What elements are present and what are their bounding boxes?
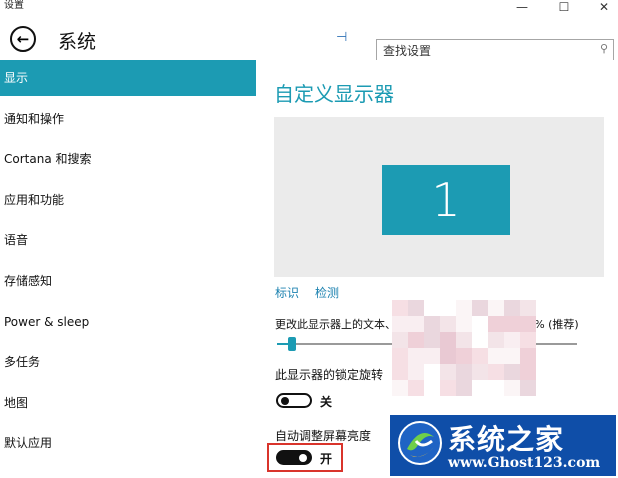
mosaic-tile (520, 380, 536, 396)
lock-rotation-label: 此显示器的锁定旋转 (275, 368, 384, 382)
mosaic-tile (504, 380, 520, 396)
mosaic-tile (456, 348, 472, 364)
mosaic-tile (424, 364, 440, 380)
mosaic-tile (504, 364, 520, 380)
search-input[interactable] (383, 42, 583, 58)
search-box[interactable]: ⚲ (376, 39, 614, 61)
site-watermark: 系统之家 www.Ghost123.com (388, 413, 618, 478)
mosaic-tile (488, 332, 504, 348)
mosaic-tile (488, 316, 504, 332)
mosaic-tile (472, 380, 488, 396)
sidebar-item-default-apps[interactable]: 默认应用 (0, 425, 256, 461)
mosaic-tile (520, 316, 536, 332)
toggle-knob (299, 454, 307, 462)
mosaic-tile (440, 364, 456, 380)
mosaic-tile (488, 348, 504, 364)
mosaic-tile (472, 364, 488, 380)
mosaic-tile (408, 348, 424, 364)
scale-slider-thumb[interactable] (288, 337, 296, 351)
mosaic-tile (440, 332, 456, 348)
auto-brightness-state: 开 (320, 452, 333, 466)
sidebar-item-notifications[interactable]: 通知和操作 (0, 101, 256, 137)
mosaic-tile (440, 380, 456, 396)
sidebar-item-display[interactable]: 显示 (0, 60, 256, 96)
mosaic-tile (456, 380, 472, 396)
mosaic-tile (504, 300, 520, 316)
watermark-logo-icon (398, 421, 442, 465)
mosaic-tile (440, 300, 456, 316)
monitor-tile[interactable]: 1 (382, 165, 510, 235)
mosaic-tile (392, 332, 408, 348)
mosaic-tile (392, 300, 408, 316)
title-bar: 设置 — ☐ ✕ (0, 0, 618, 14)
mosaic-tile (392, 348, 408, 364)
mosaic-tile (424, 348, 440, 364)
mosaic-tile (472, 348, 488, 364)
mosaic-tile (520, 348, 536, 364)
watermark-url: www.Ghost123.com (448, 455, 601, 471)
mosaic-tile (392, 380, 408, 396)
mosaic-tile (440, 348, 456, 364)
mosaic-tile (504, 332, 520, 348)
mosaic-tile (392, 316, 408, 332)
mosaic-tile (520, 300, 536, 316)
mosaic-tile (488, 364, 504, 380)
mosaic-tile (520, 332, 536, 348)
sidebar-item-speech[interactable]: 语音 (0, 222, 256, 258)
identify-link[interactable]: 标识 (275, 284, 299, 301)
sidebar-item-cortana[interactable]: Cortana 和搜索 (0, 141, 256, 177)
mosaic-tile (472, 316, 488, 332)
back-arrow-icon: ← (16, 29, 30, 48)
page-title: 系统 (58, 31, 97, 53)
display-arrangement-area: 1 (274, 117, 604, 277)
mosaic-tile (408, 364, 424, 380)
section-title: 自定义显示器 (274, 82, 394, 106)
mosaic-tile (392, 364, 408, 380)
mosaic-tile (424, 300, 440, 316)
pin-icon[interactable]: ⊣ (336, 30, 347, 45)
sidebar-item-maps[interactable]: 地图 (0, 385, 256, 421)
window-title: 设置 (4, 0, 24, 11)
mosaic-tile (520, 364, 536, 380)
mosaic-tile (424, 380, 440, 396)
toggle-knob (281, 397, 289, 405)
mosaic-tile (456, 300, 472, 316)
mosaic-tile (504, 348, 520, 364)
header: ← 系统 ⊣ ⚲ (0, 14, 618, 61)
sidebar-item-power-sleep[interactable]: Power & sleep (0, 304, 256, 340)
mosaic-tile (408, 332, 424, 348)
mosaic-tile (488, 300, 504, 316)
mosaic-tile (456, 332, 472, 348)
back-button[interactable]: ← (10, 26, 36, 52)
mosaic-tile (504, 316, 520, 332)
mosaic-tile (424, 316, 440, 332)
auto-brightness-toggle[interactable] (276, 450, 312, 465)
sidebar-item-storage[interactable]: 存储感知 (0, 263, 256, 299)
mosaic-tile (440, 316, 456, 332)
mosaic-tile (472, 332, 488, 348)
mosaic-tile (408, 380, 424, 396)
lock-rotation-toggle[interactable] (276, 393, 312, 408)
maximize-button[interactable]: ☐ (544, 0, 584, 14)
mosaic-tile (456, 316, 472, 332)
watermark-title: 系统之家 (448, 423, 565, 456)
mosaic-tile (456, 364, 472, 380)
search-icon[interactable]: ⚲ (600, 42, 608, 55)
sidebar: 显示 通知和操作 Cortana 和搜索 应用和功能 语音 存储感知 Power… (0, 60, 256, 478)
pixelated-redaction (392, 300, 542, 396)
sidebar-item-apps[interactable]: 应用和功能 (0, 182, 256, 218)
auto-brightness-label: 自动调整屏幕亮度 (275, 429, 372, 443)
detect-link[interactable]: 检测 (315, 284, 339, 301)
mosaic-tile (408, 300, 424, 316)
mosaic-tile (472, 300, 488, 316)
sidebar-item-multitasking[interactable]: 多任务 (0, 344, 256, 380)
mosaic-tile (424, 332, 440, 348)
close-button[interactable]: ✕ (584, 0, 618, 14)
minimize-button[interactable]: — (502, 0, 542, 14)
mosaic-tile (488, 380, 504, 396)
mosaic-tile (408, 316, 424, 332)
lock-rotation-state: 关 (320, 395, 333, 409)
